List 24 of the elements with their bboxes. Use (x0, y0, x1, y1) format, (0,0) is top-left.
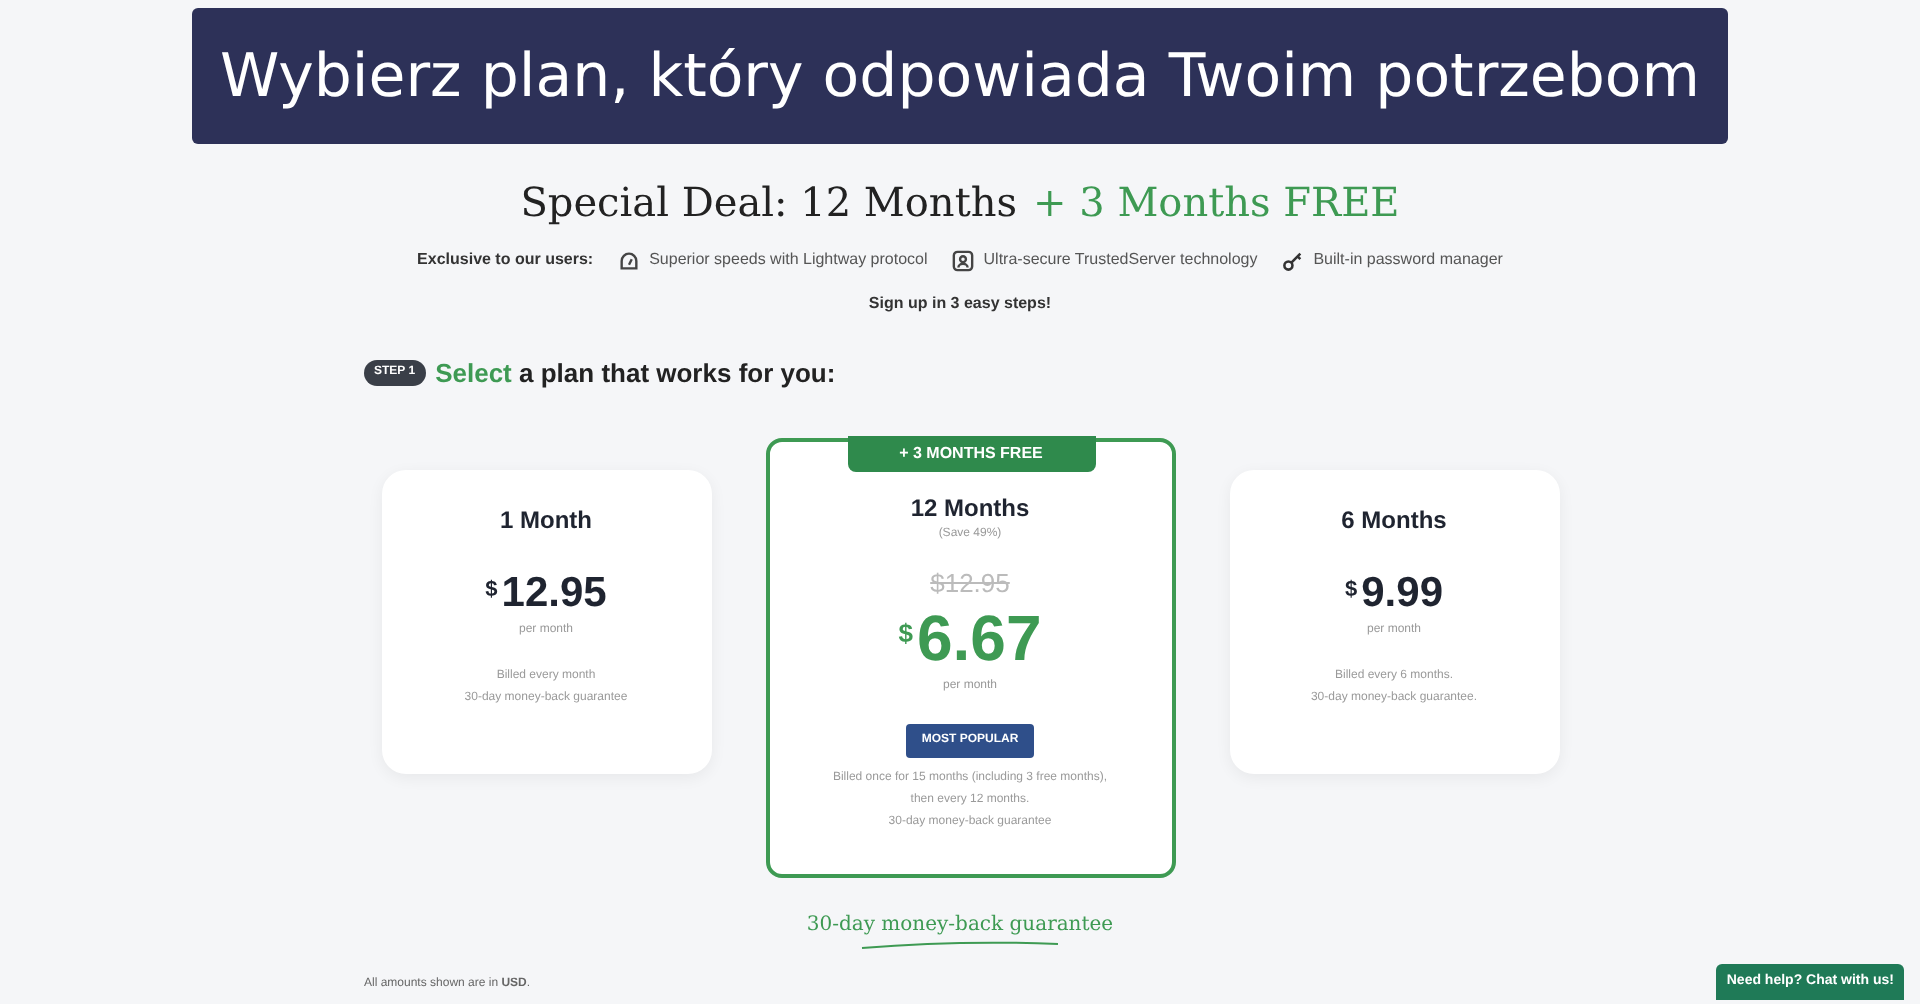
feature-text: Superior speeds with Lightway protocol (649, 248, 928, 272)
features-label: Exclusive to our users: (417, 248, 594, 272)
deal-highlight: + 3 Months FREE (1033, 176, 1400, 230)
key-icon (1281, 249, 1304, 271)
price: 6.67 (916, 602, 1042, 674)
price: 9.99 (1361, 569, 1443, 617)
ribbon: + 3 MONTHS FREE (847, 435, 1095, 471)
shield-user-icon (951, 249, 974, 271)
feature-text: Ultra-secure TrustedServer technology (983, 248, 1258, 272)
step-heading: Select a plan that works for you: (435, 356, 836, 392)
plan-name: 12 Months (910, 491, 1030, 525)
deal-heading: Special Deal: 12 Months (520, 176, 1017, 230)
plan-name: 1 Month (500, 503, 592, 537)
old-price: $12.95 (930, 565, 1010, 601)
currency-sign: $ (898, 616, 913, 652)
gauge-icon (617, 249, 640, 271)
feature-text: Built-in password manager (1313, 248, 1503, 272)
plan-name: 6 Months (1341, 503, 1447, 537)
currency-sign: $ (1345, 575, 1358, 605)
price: 12.95 (501, 569, 607, 617)
signup-note: Sign up in 3 easy steps! (868, 292, 1052, 316)
banner-title: Wybierz plan, który odpowiada Twoim potrzebom (220, 39, 1700, 115)
guarantee-text: 30-day money-back guarantee (806, 911, 1114, 939)
currency-sign: $ (485, 575, 498, 605)
